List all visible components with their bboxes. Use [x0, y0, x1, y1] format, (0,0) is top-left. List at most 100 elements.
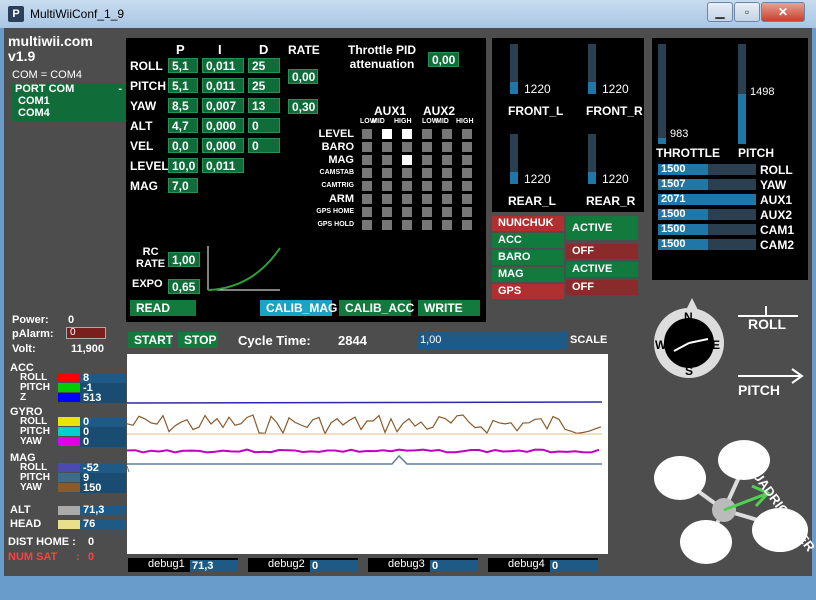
aux-checkbox[interactable] — [402, 168, 412, 178]
start-button[interactable]: START — [128, 332, 173, 348]
aux-checkbox[interactable] — [462, 129, 472, 139]
motor-bar-fill — [588, 82, 596, 94]
aux-checkbox[interactable] — [402, 181, 412, 191]
aux-checkbox[interactable] — [462, 155, 472, 165]
aux-sub-label: HIGH — [394, 118, 412, 125]
aux-checkbox[interactable] — [402, 220, 412, 230]
aux-checkbox[interactable] — [422, 142, 432, 152]
rc-rate-input[interactable]: 1,00 — [168, 252, 200, 267]
pid-yaw-d-input[interactable]: 13 — [248, 98, 280, 113]
aux-checkbox[interactable] — [462, 181, 472, 191]
aux-checkbox[interactable] — [382, 181, 392, 191]
aux-checkbox[interactable] — [422, 129, 432, 139]
pid-level-p-input[interactable]: 10,0 — [168, 158, 198, 173]
aux-checkbox[interactable] — [442, 168, 452, 178]
calib-mag-button[interactable]: CALIB_MAG — [260, 300, 337, 316]
aux-checkbox[interactable] — [442, 142, 452, 152]
stop-button[interactable]: STOP — [178, 332, 218, 348]
aux-checkbox[interactable] — [442, 129, 452, 139]
aux-checkbox[interactable] — [442, 207, 452, 217]
read-button[interactable]: READ — [130, 300, 196, 316]
aux-checkbox[interactable] — [442, 155, 452, 165]
aux-checkbox[interactable] — [422, 181, 432, 191]
rc-panel: 983 THROTTLE 1498 PITCH 1500 ROLL 1507 YAW 2… — [652, 38, 808, 280]
aux-checkbox[interactable] — [362, 129, 372, 139]
aux-checkbox[interactable] — [402, 194, 412, 204]
aux-checkbox[interactable] — [462, 207, 472, 217]
pitch-value: 1498 — [750, 86, 775, 98]
aux-checkbox[interactable] — [362, 155, 372, 165]
aux-checkbox[interactable] — [382, 220, 392, 230]
aux-checkbox[interactable] — [362, 220, 372, 230]
rate-roll-pitch-input[interactable]: 0,00 — [288, 69, 318, 84]
pid-yaw-p-input[interactable]: 8,5 — [168, 98, 198, 113]
aux-row-label-mag: MAG — [328, 154, 354, 166]
aux-checkbox[interactable] — [382, 155, 392, 165]
aux-checkbox[interactable] — [382, 168, 392, 178]
pid-alt-i-input[interactable]: 0,000 — [202, 118, 244, 133]
scale-slider[interactable]: 1,00 — [418, 331, 568, 349]
aux-checkbox[interactable] — [362, 142, 372, 152]
port-option-com1[interactable]: COM1 — [12, 95, 126, 107]
pid-pitch-d-input[interactable]: 25 — [248, 78, 280, 93]
pid-roll-i-input[interactable]: 0,011 — [202, 58, 244, 73]
aux-checkbox[interactable] — [402, 155, 412, 165]
pid-mag-p-input[interactable]: 7,0 — [168, 178, 198, 193]
aux-checkbox[interactable] — [442, 194, 452, 204]
pid-roll-p-input[interactable]: 5,1 — [168, 58, 198, 73]
gyro-yaw-value: 0 — [80, 437, 126, 448]
pid-roll-d-input[interactable]: 25 — [248, 58, 280, 73]
motor-front-l-bar — [510, 44, 518, 94]
pitch-label: PITCH — [738, 146, 774, 160]
aux-checkbox[interactable] — [362, 168, 372, 178]
aux-checkbox[interactable] — [362, 194, 372, 204]
palarm-input[interactable]: 0 — [66, 327, 106, 339]
aux-checkbox[interactable] — [422, 194, 432, 204]
rate-yaw-input[interactable]: 0,30 — [288, 99, 318, 114]
aux-checkbox[interactable] — [402, 142, 412, 152]
aux-checkbox[interactable] — [362, 207, 372, 217]
aux-checkbox[interactable] — [422, 168, 432, 178]
aux-checkbox[interactable] — [382, 129, 392, 139]
pid-alt-d-input[interactable]: 0 — [248, 118, 280, 133]
aux-checkbox[interactable] — [382, 142, 392, 152]
window-title: MultiWiiConf_1_9 — [30, 7, 125, 21]
pid-pitch-i-input[interactable]: 0,011 — [202, 78, 244, 93]
throttle-pid-input[interactable]: 0,00 — [428, 52, 459, 67]
power-value: 0 — [68, 314, 75, 326]
aux-checkbox[interactable] — [402, 129, 412, 139]
aux-checkbox[interactable] — [362, 181, 372, 191]
pid-yaw-i-input[interactable]: 0,007 — [202, 98, 244, 113]
pid-vel-i-input[interactable]: 0,000 — [202, 138, 244, 153]
aux-checkbox[interactable] — [462, 220, 472, 230]
aux-checkbox[interactable] — [382, 194, 392, 204]
pid-level-i-input[interactable]: 0,011 — [202, 158, 244, 173]
aux-checkbox[interactable] — [422, 220, 432, 230]
aux-checkbox[interactable] — [462, 194, 472, 204]
aux-checkbox[interactable] — [462, 168, 472, 178]
pid-vel-p-input[interactable]: 0,0 — [168, 138, 198, 153]
write-button[interactable]: WRITE — [418, 300, 480, 316]
aux-checkbox[interactable] — [382, 207, 392, 217]
aux-checkbox[interactable] — [402, 207, 412, 217]
close-button[interactable]: ✕ — [761, 2, 805, 22]
alt-label: ALT — [10, 504, 31, 516]
aux-row-label-camtrig: CAMTRIG — [321, 182, 354, 189]
aux-checkbox[interactable] — [462, 142, 472, 152]
aux-checkbox[interactable] — [422, 207, 432, 217]
expo-input[interactable]: 0,65 — [168, 279, 200, 294]
minimize-button[interactable]: ▁ — [707, 2, 733, 22]
pid-pitch-p-input[interactable]: 5,1 — [168, 78, 198, 93]
pid-alt-p-input[interactable]: 4,7 — [168, 118, 198, 133]
port-option-com4[interactable]: COM4 — [12, 107, 126, 119]
pid-panel: P I D RATE ROLL 5,1 0,011 25 PITCH 5,1 0,011 25… — [126, 38, 486, 322]
dist-home-label: DIST HOME : — [8, 536, 76, 548]
aux-checkbox[interactable] — [442, 220, 452, 230]
compass-dial: N S E W — [654, 298, 724, 378]
aux-checkbox[interactable] — [442, 181, 452, 191]
calib-acc-button[interactable]: CALIB_ACC — [339, 300, 414, 316]
pid-vel-d-input[interactable]: 0 — [248, 138, 280, 153]
maximize-button[interactable]: ▫ — [734, 2, 760, 22]
aux-checkbox[interactable] — [422, 155, 432, 165]
port-com-dropdown[interactable]: PORT COM - COM1 COM4 — [12, 83, 126, 121]
